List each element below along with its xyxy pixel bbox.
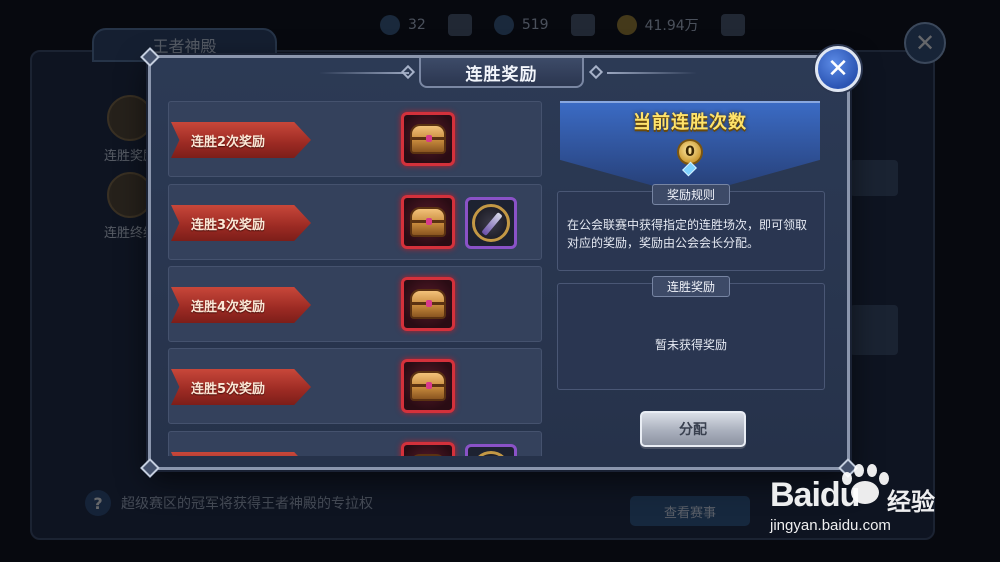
current-streak-title: 当前连胜次数 xyxy=(633,112,747,133)
treasure-chest-icon[interactable] xyxy=(401,195,455,249)
reward-label-ribbon: 连胜2次奖励 xyxy=(171,122,311,158)
reward-list[interactable]: 连胜2次奖励 连胜3次奖励 连胜4次奖励 连胜5次奖励 xyxy=(168,101,542,456)
gold-coin-icon xyxy=(616,15,637,35)
earned-rewards-empty: 暂未获得奖励 xyxy=(654,338,727,352)
assign-button[interactable]: 分配 xyxy=(640,411,746,447)
view-match-button: 查看赛事 xyxy=(630,496,750,526)
resource-bar: 32 519 41.94万 xyxy=(380,8,745,42)
dialog-title: 连胜奖励 xyxy=(419,58,584,88)
resource-add xyxy=(720,14,745,36)
chest-icon xyxy=(570,14,595,36)
resource-gems: 32 xyxy=(380,15,426,35)
resource-gems-value: 32 xyxy=(408,17,426,33)
title-diamond-left xyxy=(400,64,416,80)
hint-text: 超级赛区的冠军将获得王者神殿的专拉权 xyxy=(121,496,373,512)
reward-label-ribbon xyxy=(171,452,311,456)
title-divider-right xyxy=(607,72,697,74)
earned-rewards-label: 连胜奖励 xyxy=(651,276,731,297)
watermark-suffix: 经验 xyxy=(887,488,935,516)
reward-rules-text: 在公会联赛中获得指定的连胜场次，即可领取对应的奖励，奖励由公会会长分配。 xyxy=(567,218,808,250)
sword-icon xyxy=(107,172,153,218)
treasure-chest-icon[interactable] xyxy=(401,442,455,456)
background-close-icon: ✕ xyxy=(904,22,946,64)
treasure-chest-icon[interactable] xyxy=(401,277,455,331)
reward-label-ribbon: 连胜4次奖励 xyxy=(171,287,311,323)
baidu-jingyan-watermark: Baidu 经验 jingyan.baidu.com xyxy=(770,460,970,550)
background-right-button xyxy=(850,160,898,196)
weapon-item-icon[interactable] xyxy=(465,444,517,456)
resource-slot-2 xyxy=(570,14,595,36)
background-right-item xyxy=(850,305,898,355)
title-divider-left xyxy=(319,72,409,74)
reward-rules-label: 奖励规则 xyxy=(651,184,731,205)
help-icon: ? xyxy=(85,490,111,516)
resource-gold: 41.94万 xyxy=(616,15,699,35)
resource-crystal: 519 xyxy=(493,15,549,35)
resource-gold-value: 41.94万 xyxy=(644,18,699,34)
reward-label-ribbon: 连胜5次奖励 xyxy=(171,369,311,405)
add-icon xyxy=(720,14,745,36)
close-icon[interactable]: ✕ xyxy=(815,46,861,92)
resource-crystal-value: 519 xyxy=(521,17,549,33)
title-diamond-right xyxy=(588,64,604,80)
streak-reward-dialog: 连胜奖励 连胜2次奖励 连胜3次奖励 连胜4次奖励 连胜5次奖励 当前连胜次数 … xyxy=(140,47,858,478)
treasure-chest-icon[interactable] xyxy=(401,359,455,413)
shop-icon xyxy=(447,14,472,36)
weapon-item-icon[interactable] xyxy=(465,197,517,249)
background-hint: ? 超级赛区的冠军将获得王者神殿的专拉权 xyxy=(85,490,373,516)
reward-rules-box: 奖励规则 在公会联赛中获得指定的连胜场次，即可领取对应的奖励，奖励由公会会长分配… xyxy=(557,184,825,271)
reward-row: 连胜3次奖励 xyxy=(168,184,542,260)
earned-rewards-box: 连胜奖励 暂未获得奖励 xyxy=(557,276,825,390)
treasure-chest-icon[interactable] xyxy=(401,112,455,166)
watermark-url: jingyan.baidu.com xyxy=(770,517,891,534)
gem-icon xyxy=(380,15,400,35)
resource-slot xyxy=(447,14,472,36)
reward-row: 连胜4次奖励 xyxy=(168,266,542,342)
reward-row: 连胜2次奖励 xyxy=(168,101,542,177)
crystal-icon xyxy=(493,15,514,35)
reward-row xyxy=(168,431,542,456)
gift-icon xyxy=(107,95,153,141)
reward-label-ribbon: 连胜3次奖励 xyxy=(171,205,311,241)
watermark-brand: Baidu xyxy=(770,476,860,514)
reward-row: 连胜5次奖励 xyxy=(168,348,542,424)
